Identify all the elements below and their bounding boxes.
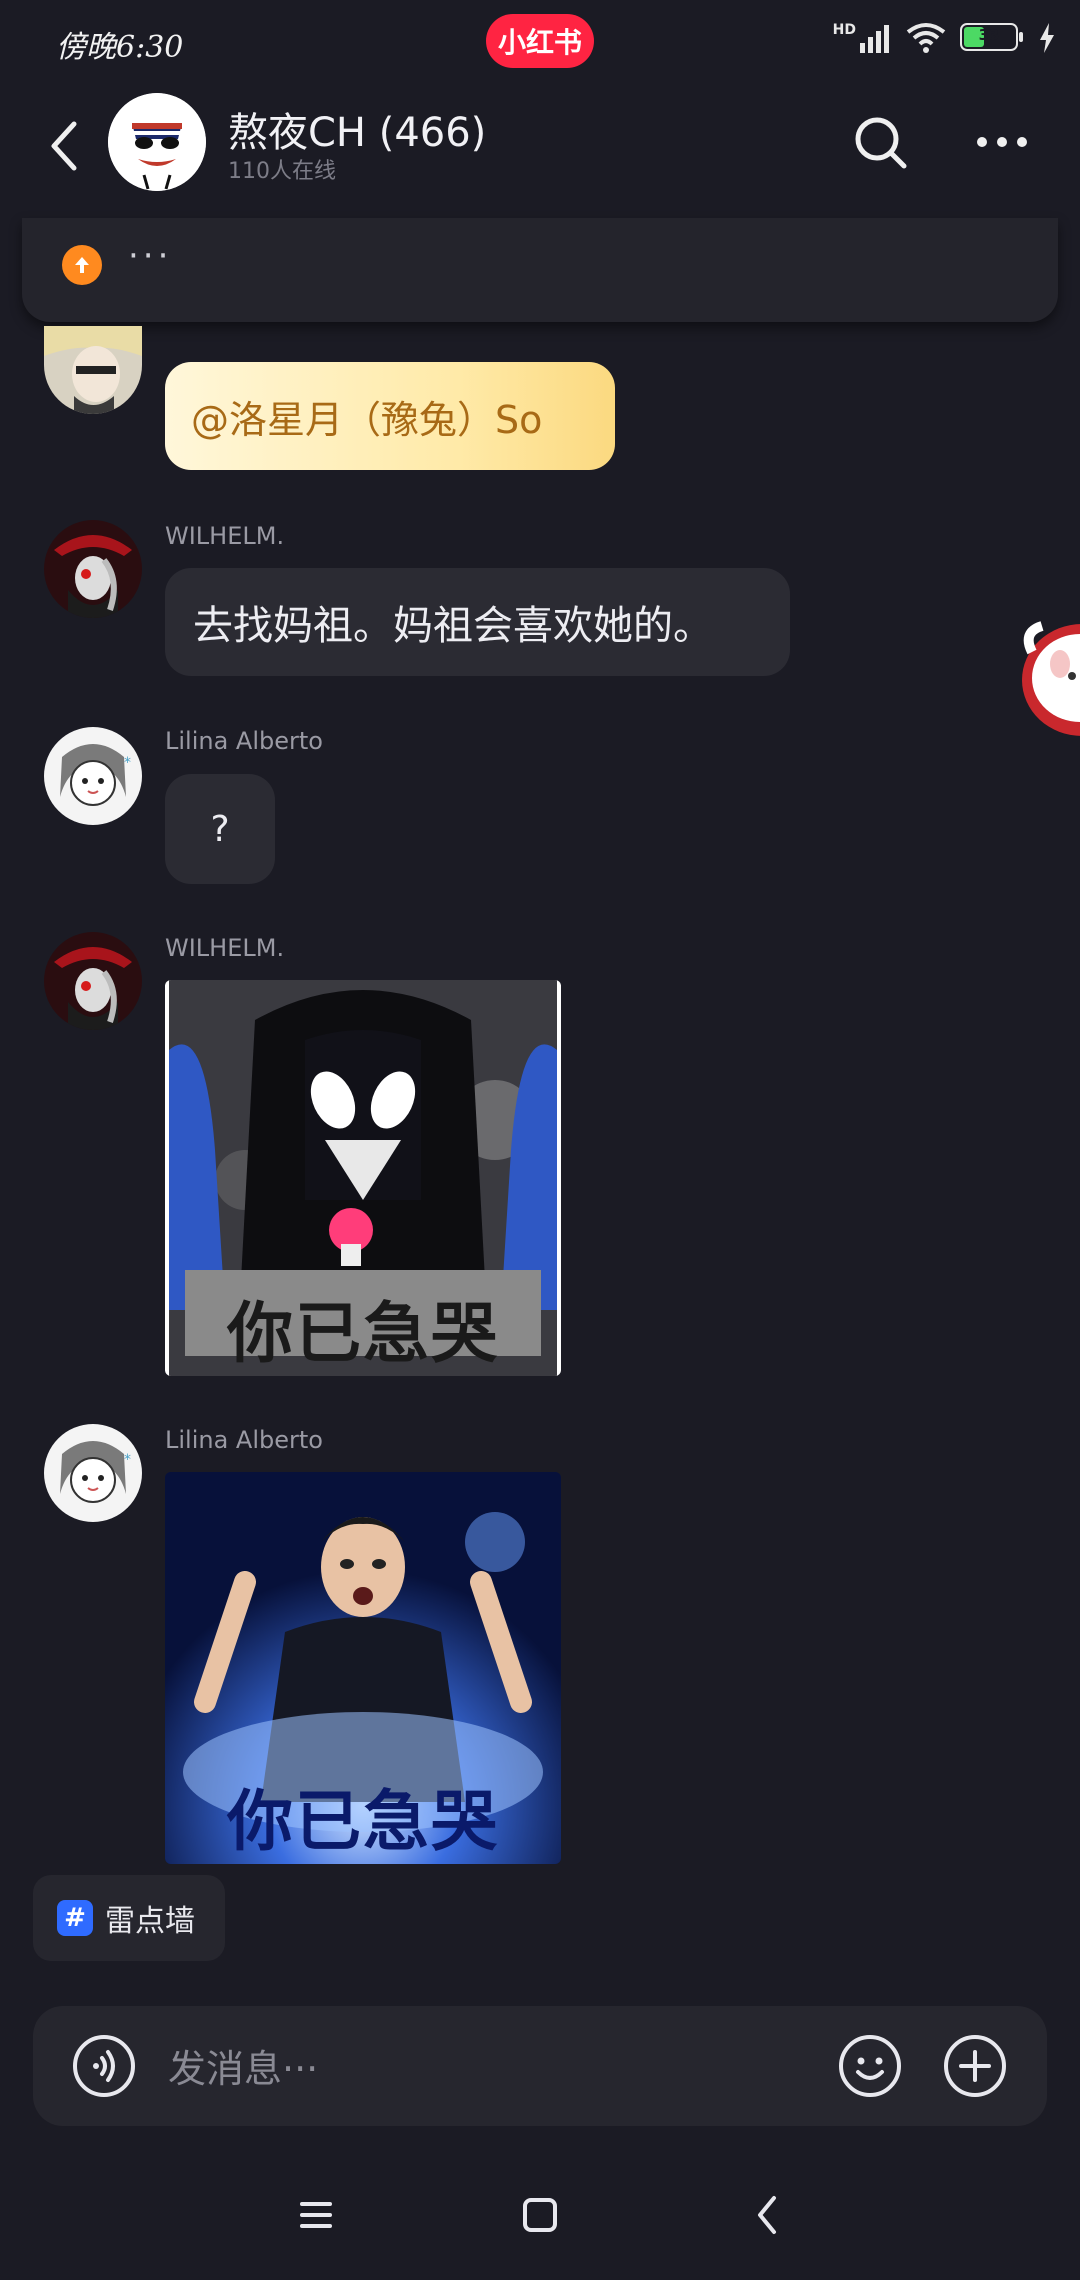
battery-level: 33 <box>978 26 1000 44</box>
group-title[interactable]: 熬夜CH (466) <box>228 100 486 158</box>
meme-image-message[interactable]: 你已急哭 <box>165 980 561 1376</box>
status-icons: HD 33 <box>833 22 1056 54</box>
hashtag-icon: # <box>57 1900 93 1936</box>
sender-avatar[interactable]: * <box>44 727 142 825</box>
topic-chip[interactable]: # 雷点墙 <box>33 1875 225 1961</box>
floating-mascot-icon[interactable] <box>1012 612 1080 742</box>
image-caption: 你已急哭 <box>227 1783 499 1860</box>
sender-name: Lilina Alberto <box>165 727 323 755</box>
search-icon[interactable] <box>852 114 908 170</box>
online-count: 110人在线 <box>228 159 336 184</box>
mention-message-bubble[interactable]: @洛星月（豫兔）So <box>165 362 615 470</box>
voice-icon[interactable] <box>72 2034 136 2098</box>
sender-avatar[interactable]: * <box>44 1424 142 1522</box>
sender-avatar[interactable] <box>44 520 142 618</box>
sender-name: WILHELM. <box>165 522 285 550</box>
charging-icon <box>1040 23 1054 53</box>
signal-icon: HD <box>833 23 892 53</box>
plus-icon[interactable] <box>943 2034 1007 2098</box>
more-icon[interactable] <box>974 124 1030 160</box>
topic-label: 雷点墙 <box>105 1904 195 1939</box>
cartoon-face-icon <box>108 93 206 191</box>
pinned-announcement[interactable] <box>22 218 1058 322</box>
back-button[interactable] <box>44 116 84 176</box>
message-input[interactable] <box>166 2040 770 2098</box>
sender-avatar[interactable] <box>44 326 142 414</box>
meme-image-message[interactable]: 你已急哭 <box>165 1472 561 1864</box>
menu-icon[interactable] <box>286 2190 346 2240</box>
message-bubble[interactable]: ? <box>165 774 275 884</box>
wifi-icon <box>906 23 946 53</box>
home-icon[interactable] <box>510 2190 570 2240</box>
status-time: 傍晚6:30 <box>56 30 184 65</box>
svg-text:*: * <box>124 755 131 771</box>
group-avatar[interactable] <box>108 93 206 191</box>
battery-icon: 33 <box>960 23 1024 53</box>
sender-name: Lilina Alberto <box>165 1426 323 1454</box>
image-caption: 你已急哭 <box>227 1295 499 1372</box>
sender-avatar[interactable] <box>44 932 142 1030</box>
app-badge: 小红书 <box>486 14 594 68</box>
sender-name: WILHELM. <box>165 934 285 962</box>
back-nav-icon[interactable] <box>738 2190 798 2240</box>
emoji-icon[interactable] <box>838 2034 902 2098</box>
svg-text:*: * <box>124 1452 131 1468</box>
arrow-up-icon <box>62 245 102 285</box>
pinned-text: ··· <box>128 236 173 276</box>
message-bubble[interactable]: 去找妈祖。妈祖会喜欢她的。 <box>165 568 790 676</box>
network-label: HD <box>832 22 856 38</box>
